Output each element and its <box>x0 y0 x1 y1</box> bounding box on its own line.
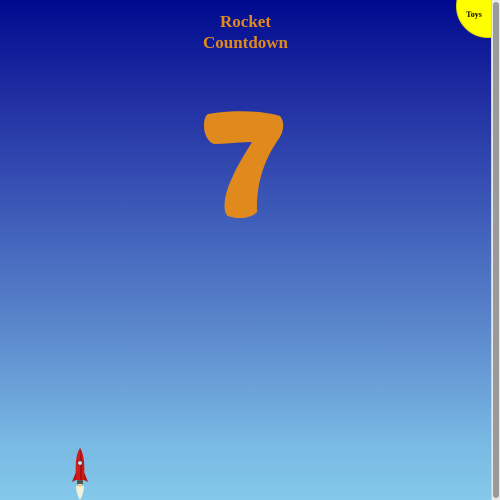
page-title: Rocket Countdown <box>0 11 491 53</box>
scrollbar-thumb[interactable] <box>493 2 499 498</box>
title-line-2: Countdown <box>202 33 289 52</box>
countdown-digit: 7 <box>204 111 284 219</box>
title-line-1: Rocket <box>220 12 271 31</box>
digit-seven-shape <box>204 111 284 219</box>
rocket-icon <box>72 448 88 500</box>
countdown-scene: Rocket Countdown 7 <box>0 0 491 500</box>
vertical-scrollbar[interactable] <box>491 0 500 500</box>
toys-button-label[interactable]: Toys <box>460 10 488 19</box>
